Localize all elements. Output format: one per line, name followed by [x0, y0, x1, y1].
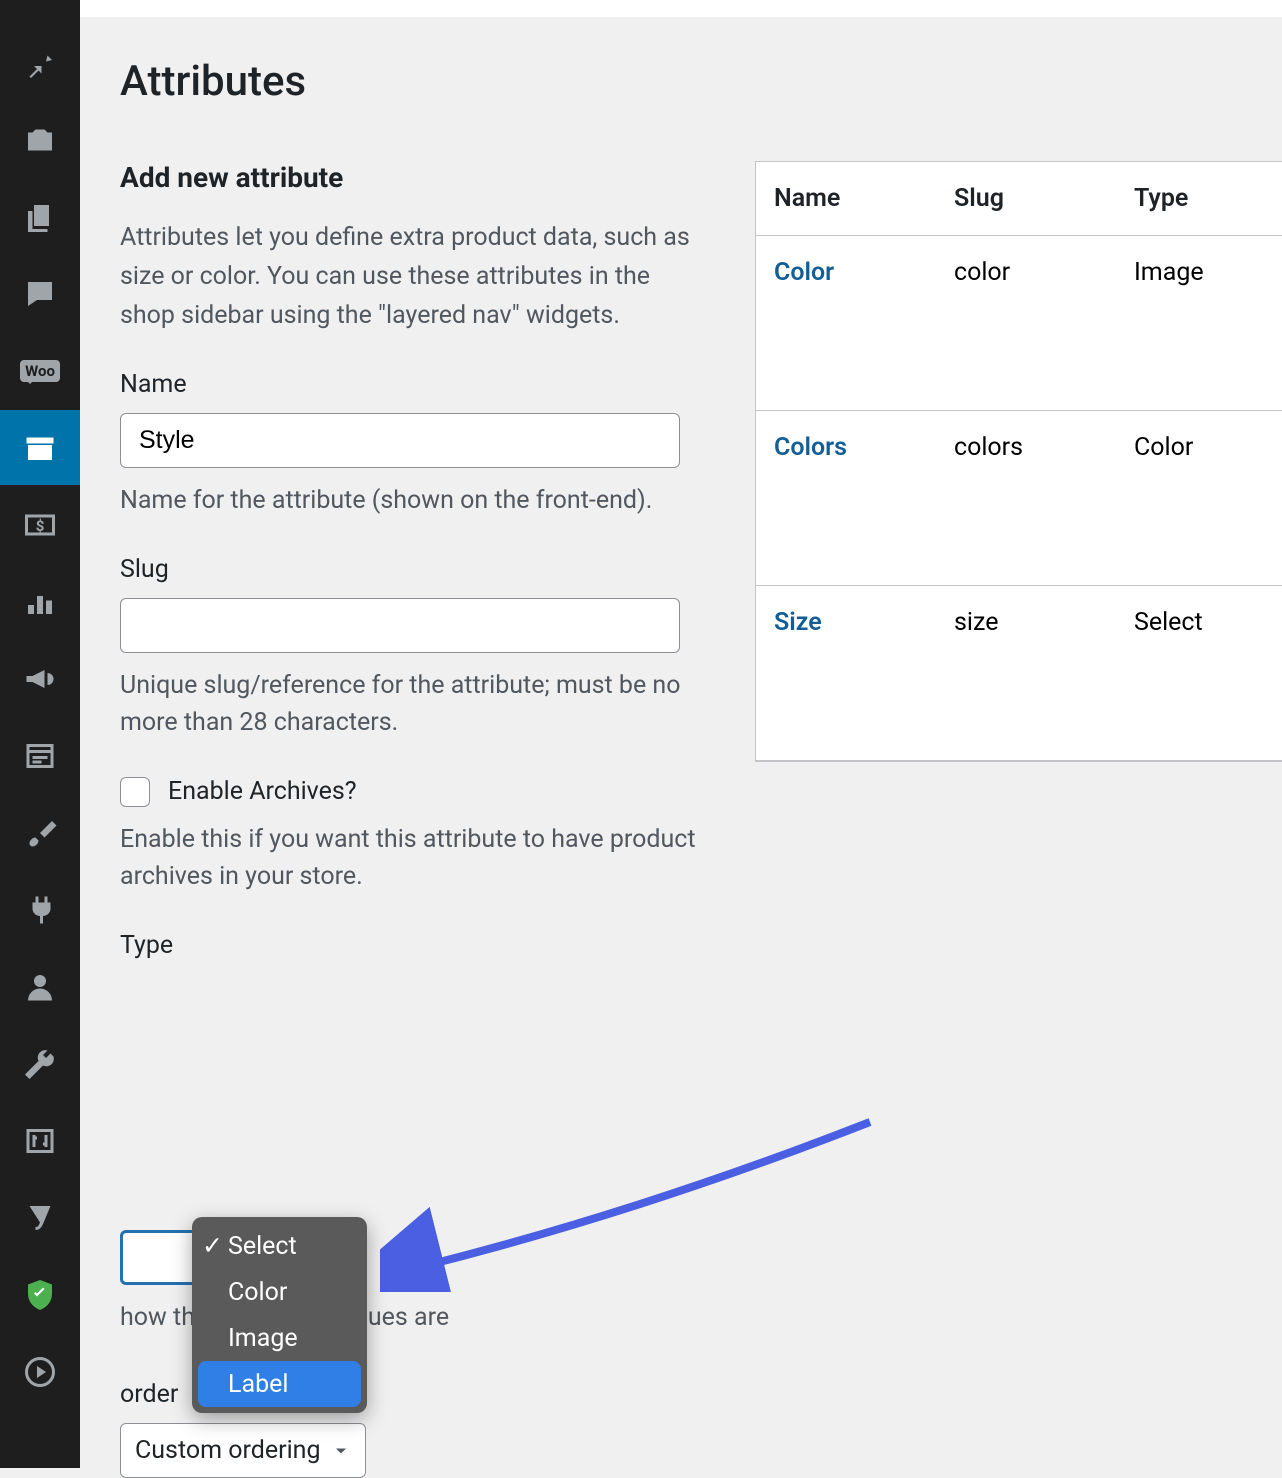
type-option-label: Select [228, 1232, 297, 1261]
woo-icon: Woo [20, 360, 60, 382]
main-content: Attributes Add new attribute Attributes … [80, 0, 1282, 1468]
megaphone-icon [22, 661, 58, 697]
user-icon [22, 969, 58, 1005]
sidebar-item-appearance[interactable] [0, 795, 80, 870]
attr-type: Select [1116, 586, 1282, 659]
camera-icon [22, 122, 58, 158]
sidebar-item-security[interactable] [0, 1257, 80, 1332]
slug-input[interactable] [120, 598, 680, 653]
check-icon: ✓ [202, 1231, 220, 1261]
type-option-color[interactable]: ✓ Color [192, 1269, 367, 1315]
type-option-image[interactable]: ✓ Image [192, 1315, 367, 1361]
slug-help: Unique slug/reference for the attribute;… [120, 667, 700, 742]
plug-icon [22, 892, 58, 928]
table-row: Color color Image [756, 236, 1282, 411]
slug-label: Slug [120, 555, 700, 584]
form-icon [22, 738, 58, 774]
wrench-icon [22, 1046, 58, 1082]
sidebar-item-tools[interactable] [0, 1026, 80, 1101]
type-option-select[interactable]: ✓ Select [192, 1223, 367, 1269]
sliders-icon [22, 1123, 58, 1159]
attr-slug: colors [936, 411, 1116, 484]
attr-type: Image [1116, 236, 1282, 309]
form-heading: Add new attribute [120, 161, 700, 194]
comment-icon [22, 276, 58, 312]
sidebar-item-woocommerce[interactable]: Woo [0, 333, 80, 408]
enable-archives-checkbox[interactable] [120, 777, 150, 807]
form-intro: Attributes let you define extra product … [120, 219, 700, 335]
sort-order-select[interactable]: Custom ordering [120, 1423, 366, 1478]
admin-sidebar: Woo $ [0, 0, 80, 1468]
type-dropdown-popup: ✓ Select ✓ Color ✓ Image ✓ Label [192, 1217, 367, 1413]
shield-icon [22, 1277, 58, 1313]
sidebar-item-pages[interactable] [0, 179, 80, 254]
attr-name-link[interactable]: Color [756, 236, 936, 309]
type-option-label[interactable]: ✓ Label [198, 1361, 361, 1407]
sidebar-item-analytics[interactable] [0, 564, 80, 639]
attr-type: Color [1116, 411, 1282, 484]
enable-archives-label: Enable Archives? [168, 777, 357, 806]
yoast-icon [22, 1200, 58, 1236]
table-row: Size size Select [756, 586, 1282, 761]
top-strip [80, 0, 1282, 17]
attributes-table: Name Slug Type Color color Image Colors … [755, 161, 1282, 762]
sidebar-item-pin[interactable] [0, 25, 80, 100]
archive-icon [22, 430, 58, 466]
sort-order-value: Custom ordering [135, 1436, 321, 1465]
sidebar-item-comments[interactable] [0, 256, 80, 331]
chevron-down-icon [331, 1441, 351, 1461]
page-title: Attributes [120, 57, 1282, 106]
bar-chart-icon [22, 584, 58, 620]
attr-name-link[interactable]: Size [756, 586, 936, 659]
type-option-label-text: Label [228, 1370, 288, 1399]
sidebar-item-products[interactable] [0, 410, 80, 485]
svg-text:$: $ [36, 517, 45, 535]
attr-slug: size [936, 586, 1116, 659]
sidebar-item-media[interactable] [0, 102, 80, 177]
table-row: Colors colors Color [756, 411, 1282, 586]
sidebar-item-settings[interactable] [0, 1103, 80, 1178]
attr-slug: color [936, 236, 1116, 309]
col-type: Type [1116, 162, 1282, 235]
sidebar-item-collapse[interactable] [0, 1334, 80, 1409]
table-header-row: Name Slug Type [756, 162, 1282, 236]
name-label: Name [120, 370, 700, 399]
sidebar-item-users[interactable] [0, 949, 80, 1024]
col-name: Name [756, 162, 936, 235]
sidebar-item-payments[interactable]: $ [0, 487, 80, 562]
type-option-label: Image [228, 1324, 298, 1353]
sidebar-item-plugins[interactable] [0, 872, 80, 947]
col-slug: Slug [936, 162, 1116, 235]
add-attribute-form: Add new attribute Attributes let you def… [120, 161, 700, 974]
sidebar-item-seo[interactable] [0, 1180, 80, 1255]
archives-help: Enable this if you want this attribute t… [120, 821, 700, 896]
play-circle-icon [22, 1354, 58, 1390]
type-label: Type [120, 931, 700, 960]
brush-icon [22, 815, 58, 851]
copy-icon [22, 199, 58, 235]
pin-icon [22, 45, 58, 81]
type-option-label: Color [228, 1278, 287, 1307]
attr-name-link[interactable]: Colors [756, 411, 936, 484]
name-input[interactable] [120, 413, 680, 468]
sidebar-item-marketing[interactable] [0, 641, 80, 716]
sidebar-item-form[interactable] [0, 718, 80, 793]
name-help: Name for the attribute (shown on the fro… [120, 482, 700, 520]
money-icon: $ [22, 507, 58, 543]
